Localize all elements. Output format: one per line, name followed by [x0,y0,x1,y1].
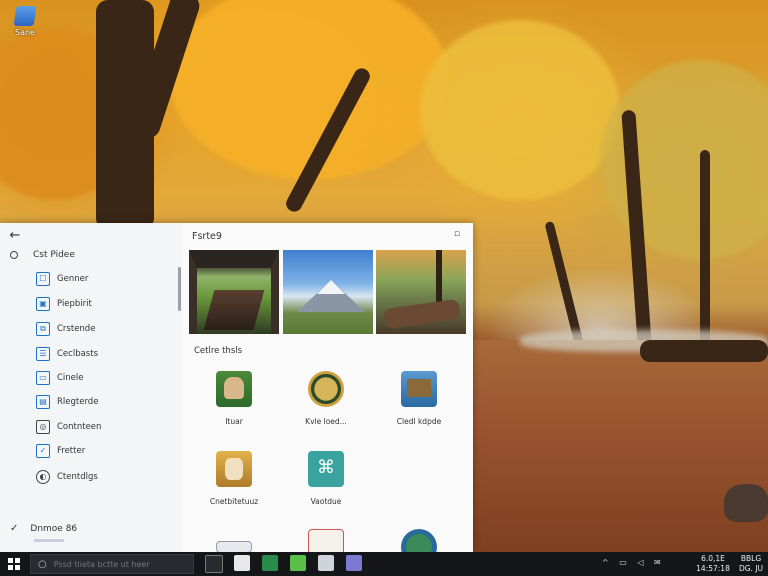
windows-logo-icon [15,558,20,563]
back-button[interactable]: ← [6,227,24,245]
photo-thumbnail[interactable] [376,250,466,334]
taskbar-app-green[interactable] [262,555,278,571]
sidebar-home[interactable]: Cst Pidee [10,247,75,263]
sidebar-item-6[interactable]: ▤ Rlegterde [36,392,98,412]
clock-extra-1: BBLG [740,554,762,563]
app-window: ← Cst Pidee ☐ Genner ▣ Piepbirit ⧉ Crste… [0,223,473,565]
start-button[interactable] [8,558,20,570]
app-tile[interactable]: Cnetbitetuuz [199,451,269,506]
task-view-button[interactable] [205,555,223,573]
system-tray-icons[interactable]: ^ ▭ ◁ ✉ [602,558,665,567]
photo-thumbnail[interactable] [189,250,279,334]
app-icon: ◐ [36,470,50,484]
sidebar-item-label: Cinele [57,373,84,383]
sidebar-item-label: Ctentdlgs [57,472,98,482]
app-icon [216,451,252,487]
app-label: Vaotdue [310,497,342,506]
taskbar-app-purple[interactable] [346,555,362,571]
section-title: Fsrte9 [192,231,222,242]
app-tile[interactable]: Cledl kdpde [384,371,454,426]
taskbar: ○ ^ ▭ ◁ ✉ 6.0,1E 14:57:18 BBLG DG. JU [0,552,768,576]
photo-log [382,298,462,330]
app-icon: ◎ [36,420,50,434]
app-icon: ☰ [36,347,50,361]
photo-snowcap [317,280,345,294]
sidebar-bottom-item[interactable]: ✓ Dnmoe 86 [10,523,77,534]
sidebar: ← Cst Pidee ☐ Genner ▣ Piepbirit ⧉ Crste… [0,223,182,552]
windows-logo-icon [8,558,13,563]
app-icon: ⧉ [36,322,50,336]
app-icon [216,371,252,407]
options-icon[interactable]: ▫ [454,229,464,239]
sidebar-item-label: Crstende [57,324,96,334]
sidebar-item-label: Piepbirit [57,299,92,309]
app-label: Ituar [225,417,243,426]
rock [724,484,768,522]
windows-logo-icon [15,565,20,570]
sidebar-item-5[interactable]: ▭ Cinele [36,368,84,388]
clock-date: 14:57:18 [696,564,730,573]
shortcut-icon [13,6,37,26]
taskbar-app-gray[interactable] [318,555,334,571]
windows-logo-icon [8,565,13,570]
taskbar-search[interactable]: ○ [30,554,194,574]
sidebar-item-4[interactable]: ☰ Ceclbasts [36,344,98,364]
sidebar-item-label: Ceclbasts [57,349,98,359]
taskbar-app-explorer[interactable] [234,555,250,571]
app-label: Kvle loed... [305,417,347,426]
foliage [170,0,450,180]
search-input[interactable] [51,558,186,570]
app-icon [308,451,344,487]
sidebar-item-2[interactable]: ▣ Piepbirit [36,294,92,314]
photo-thumbnail[interactable] [283,250,373,334]
sidebar-item-9[interactable]: ◐ Ctentdlgs [36,467,98,487]
fallen-log [640,340,768,362]
apps-section-label: Cetlre thsls [194,346,243,356]
sidebar-item-1[interactable]: ☐ Genner [36,269,88,289]
home-dot-icon [10,251,18,259]
clock-time: 6.0,1E [701,554,725,563]
taskbar-clock[interactable]: 6.0,1E 14:57:18 [694,554,732,574]
leaf-covered-ground [470,340,768,552]
sidebar-item-label: Fretter [57,446,86,456]
app-tile[interactable]: Vaotdue [291,451,361,506]
app-label: Cnetbitetuuz [209,497,259,506]
desktop-shortcut-label: Sane [15,28,35,37]
sidebar-home-label: Cst Pidee [33,250,75,260]
sidebar-item-3[interactable]: ⧉ Crstende [36,319,95,339]
app-icon [401,371,437,407]
app-icon: ▤ [36,395,50,409]
sidebar-item-label: Contnteen [57,422,102,432]
sidebar-item-label: Rlegterde [57,397,99,407]
tree-trunk [700,150,710,350]
taskbar-app-lime[interactable] [290,555,306,571]
sidebar-scrollbar[interactable] [178,267,181,311]
foliage [420,20,620,200]
sidebar-bottom-label: Dnmoe 86 [30,523,78,534]
app-tile[interactable]: Kvle loed... [291,371,361,426]
app-icon: ✓ [36,444,50,458]
check-icon: ✓ [10,523,19,534]
app-icon [308,371,344,407]
sidebar-item-7[interactable]: ◎ Contnteen [36,417,101,437]
app-label: Cledl kdpde [396,417,442,426]
app-tile[interactable]: Ituar [199,371,269,426]
taskbar-extra-clock[interactable]: BBLG DG. JU [736,554,766,574]
sidebar-item-label: Genner [57,274,89,284]
sidebar-bottom-subtext [34,539,64,542]
app-icon: ▣ [36,297,50,311]
search-icon: ○ [38,558,47,570]
app-icon: ☐ [36,272,50,286]
desktop-shortcut[interactable]: Sane [8,6,42,37]
clock-extra-2: DG. JU [738,564,764,573]
main-content: Fsrte9 ▫ Cetlre thsls Ituar Kvle loed...… [182,223,473,565]
app-icon: ▭ [36,371,50,385]
sidebar-item-8[interactable]: ✓ Fretter [36,441,85,461]
